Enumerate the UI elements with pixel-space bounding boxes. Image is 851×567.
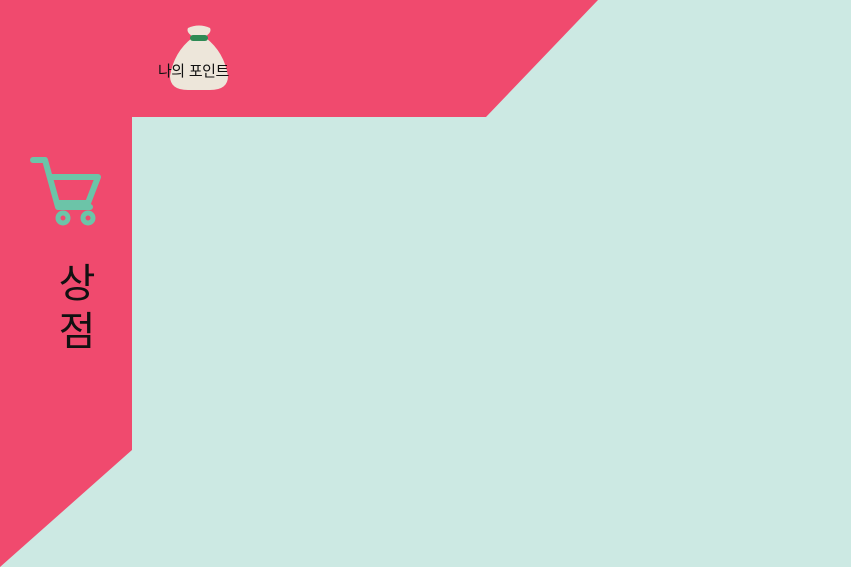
my-points-label: 나의 포인트: [158, 62, 229, 80]
my-points-button[interactable]: 나의 포인트: [150, 22, 260, 94]
background: [0, 0, 851, 567]
money-bag-icon: [170, 25, 228, 90]
shop-screen: 나의 포인트 상점: [0, 0, 851, 567]
shop-title: 상점: [50, 262, 96, 358]
shopping-cart-icon: [30, 157, 101, 226]
